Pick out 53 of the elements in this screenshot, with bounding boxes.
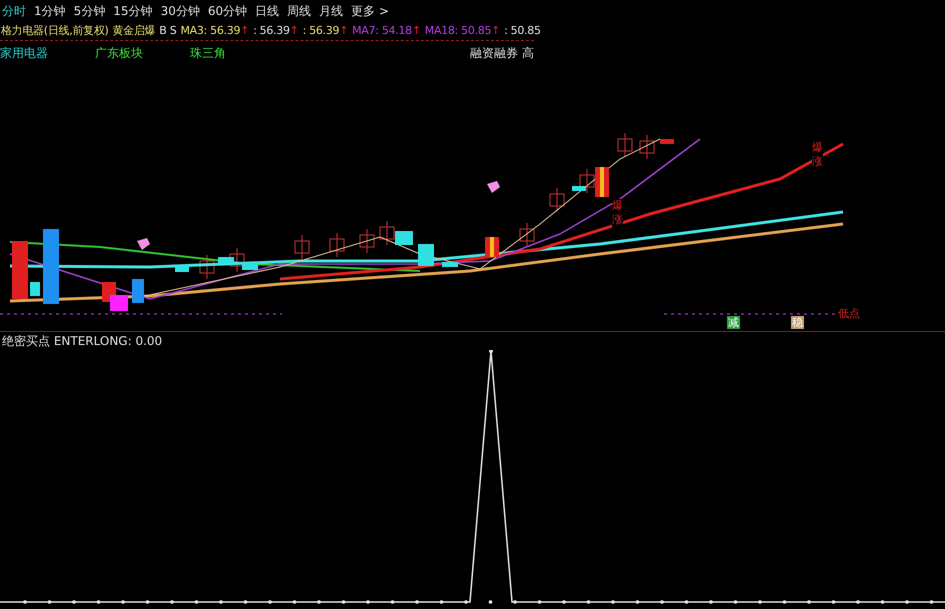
signal-tag: 减 [727,316,740,329]
indicator-label: 绝密买点 ENTERLONG: 0.00 [2,333,162,350]
candlestick [660,139,674,144]
sector-tag: 家用电器 [0,44,48,62]
period-tab[interactable]: 5分钟 [74,2,106,20]
period-tab[interactable]: 分时 [2,2,26,20]
margin-trading-tag: 融资融券 高 [470,44,534,62]
low-point-label: 低点 [838,306,860,322]
period-tab[interactable]: 1分钟 [34,2,66,20]
candlestick [520,222,534,248]
candlestick [30,282,40,296]
candlestick [200,254,214,280]
candlestick [12,241,28,299]
legend-arrow: ↑ [240,22,250,39]
legend-value: MA7: 54.18 [352,22,412,39]
candlestick [360,228,374,254]
sector-tag: 珠三角 [190,44,226,62]
indicator-name: 黄金启爆 [112,22,156,39]
legend-value: : 56.39 [253,22,290,39]
period-tab[interactable]: 更多 > [351,2,389,20]
candlestick [640,134,654,160]
period-tab[interactable]: 日线 [255,2,280,20]
candlestick [418,244,434,266]
diamond-icon [487,181,500,193]
legend-value: MA18: 50.85 [424,22,492,39]
legend-value: : 56.39 [302,22,340,39]
candlestick [595,167,609,197]
signal-text: B S [159,22,176,39]
period-tab[interactable]: 月线 [319,2,344,20]
sector-tag: 广东板块 [95,44,143,62]
period-tab[interactable]: 60分钟 [208,2,248,20]
signal-label: 爆涨 [612,199,623,228]
period-tab[interactable]: 周线 [287,2,312,20]
legend-arrow: ↑ [339,22,348,39]
candlestick [330,232,344,258]
period-tab[interactable]: 30分钟 [160,2,200,20]
candlestick [485,237,499,257]
legend-value: : 50.85 [504,22,541,39]
signal-tag: 稳 [791,316,804,329]
candlestick [294,234,310,260]
candlestick [550,188,564,212]
signal-marker [110,295,128,311]
legend-value: MA3: 56.39 [180,22,240,39]
diamond-icon [137,238,150,250]
legend-arrow: ↑ [412,22,421,39]
stock-title: 格力电器(日线,前复权) [1,22,108,39]
legend-arrow: ↑ [290,22,299,39]
candlestick [442,262,458,267]
candlestick [175,265,189,272]
candlestick [618,132,632,158]
legend-arrow: ↑ [491,22,500,39]
period-tab[interactable]: 15分钟 [113,2,153,20]
candlestick [132,279,144,303]
